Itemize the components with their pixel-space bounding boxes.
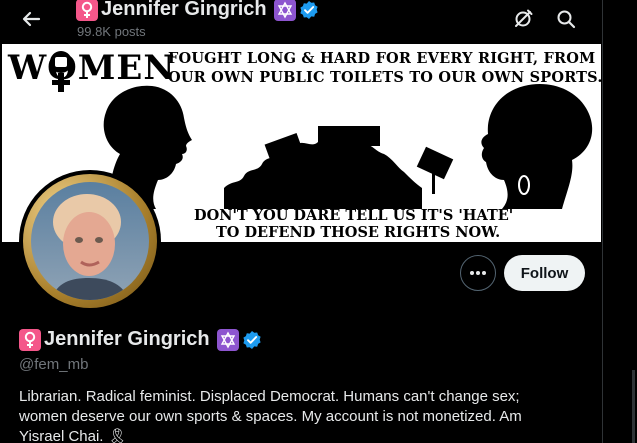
profile-handle: @fem_mb: [19, 356, 89, 373]
venus-symbol-icon: [76, 0, 98, 21]
notifications-off-button[interactable]: [508, 4, 538, 34]
banner-footer-line2: TO DEFEND THOSE RIGHTS NOW.: [216, 224, 501, 241]
banner-headline-word: WOMEN: [8, 48, 176, 88]
more-options-button[interactable]: [460, 255, 496, 291]
profile-bio: Librarian. Radical feminist. Displaced D…: [19, 388, 522, 443]
arrow-left-icon: [22, 11, 41, 27]
verified-badge-icon: [299, 0, 319, 20]
profile-avatar[interactable]: [19, 170, 161, 312]
venus-symbol-icon: [19, 328, 41, 351]
bell-off-icon: [515, 9, 533, 27]
avatar-frame: [23, 174, 157, 308]
profile-display-name: Jennifer Gingrich: [19, 328, 262, 351]
header-title: Jennifer Gingrich: [76, 0, 319, 21]
display-name-text: Jennifer Gingrich: [44, 328, 210, 350]
star-of-david-icon: [273, 0, 296, 21]
banner-headline-line1: FOUGHT LONG & HARD FOR EVERY RIGHT, FROM: [168, 50, 596, 67]
more-dots-icon: [470, 271, 486, 275]
header-title-text: Jennifer Gingrich: [101, 0, 267, 20]
avatar-photo: [31, 182, 149, 300]
banner-footer-line1: DON'T YOU DARE TELL US IT'S 'HATE': [194, 207, 514, 224]
post-count: 99.8K posts: [77, 24, 146, 39]
search-icon: [557, 10, 576, 29]
search-button[interactable]: [551, 4, 581, 34]
scrollbar[interactable]: [632, 370, 635, 443]
profile-header-bar: Jennifer Gingrich 99.8K posts: [0, 0, 602, 44]
verified-badge-icon[interactable]: [242, 330, 262, 350]
back-button[interactable]: [14, 4, 48, 34]
star-of-david-icon: [216, 328, 239, 351]
follow-button[interactable]: Follow: [504, 255, 585, 291]
